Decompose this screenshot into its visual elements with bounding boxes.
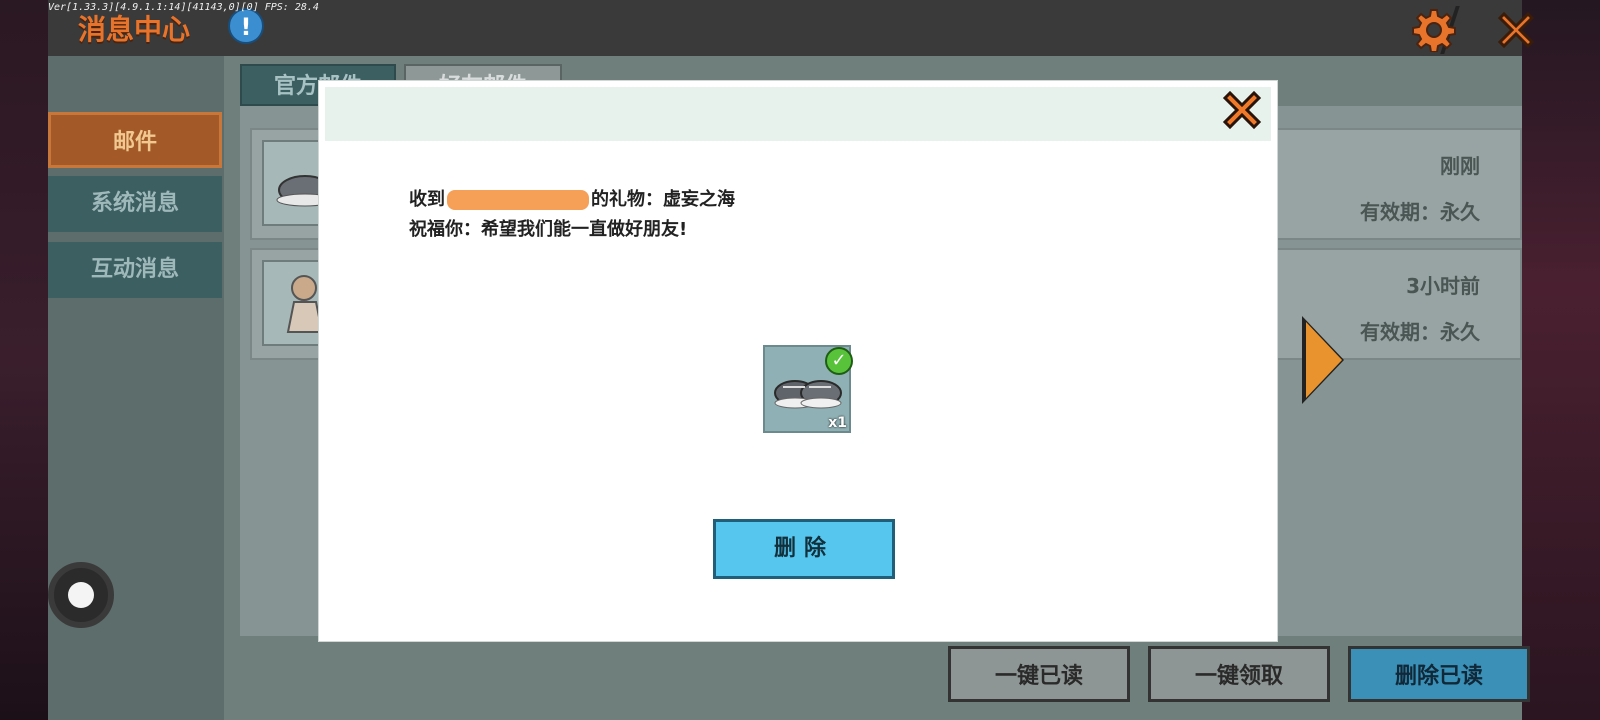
- gift-blessing: 祝福你：希望我们能一直做好朋友!: [409, 219, 688, 240]
- gift-suffix: 的礼物：虚妄之海: [591, 189, 735, 210]
- delete-button[interactable]: 删除: [713, 519, 895, 579]
- close-icon[interactable]: [1494, 8, 1538, 52]
- read-all-button[interactable]: 一键已读: [948, 646, 1130, 702]
- gear-icon[interactable]: [1412, 8, 1456, 52]
- gift-dialog: 收到 的礼物：虚妄之海 祝福你：希望我们能一直做好朋友! ✓ x1 删除: [318, 80, 1278, 642]
- page-title: 消息中心: [78, 13, 191, 46]
- dialog-header: [325, 87, 1271, 141]
- background-right: [1522, 0, 1600, 720]
- delete-read-button[interactable]: 删除已读: [1348, 646, 1530, 702]
- floating-joystick[interactable]: [48, 562, 114, 628]
- mail-validity: 有效期：永久: [1360, 320, 1480, 344]
- gift-prefix: 收到: [409, 189, 445, 210]
- gift-item-slot[interactable]: ✓ x1: [763, 345, 853, 433]
- sidebar-item-system[interactable]: 系统消息: [48, 176, 222, 232]
- joystick-dot: [68, 582, 94, 608]
- sidebar-item-interaction[interactable]: 互动消息: [48, 242, 222, 298]
- debug-overlay: Ver[1.33.3][4.9.1.1:14][41143,0][0] FPS:…: [48, 2, 319, 13]
- mail-validity: 有效期：永久: [1360, 200, 1480, 224]
- next-arrow-icon[interactable]: [1306, 322, 1342, 398]
- check-icon: ✓: [825, 347, 853, 375]
- background-left: [0, 0, 48, 720]
- info-icon[interactable]: !: [228, 8, 264, 44]
- mail-time: 刚刚: [1440, 154, 1480, 178]
- sidebar-item-mail[interactable]: 邮件: [48, 112, 222, 168]
- close-icon[interactable]: [1219, 87, 1265, 133]
- gift-quantity: x1: [828, 415, 847, 431]
- claim-all-button[interactable]: 一键领取: [1148, 646, 1330, 702]
- redacted-name: [447, 190, 589, 210]
- gift-message: 收到 的礼物：虚妄之海: [409, 185, 735, 211]
- mail-time: 3小时前: [1406, 274, 1480, 298]
